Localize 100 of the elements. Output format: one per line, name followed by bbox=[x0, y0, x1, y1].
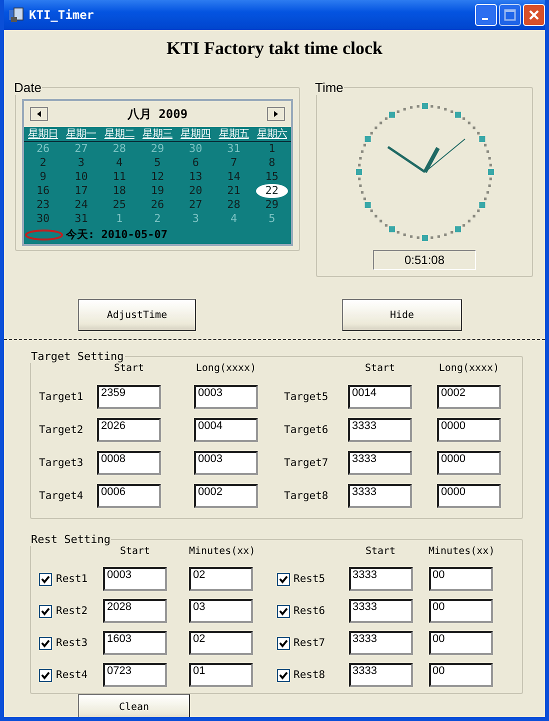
rest-checkbox[interactable]: Rest5 bbox=[276, 572, 348, 586]
calendar-day[interactable]: 12 bbox=[146, 170, 170, 184]
close-button[interactable] bbox=[523, 4, 545, 26]
start-time-field[interactable]: 0014 bbox=[348, 385, 412, 409]
calendar-day[interactable]: 8 bbox=[264, 156, 280, 170]
calendar-day[interactable]: 15 bbox=[260, 170, 284, 184]
calendar-day[interactable]: 24 bbox=[70, 198, 93, 212]
column-header: Start bbox=[112, 363, 146, 376]
calendar-day[interactable]: 6 bbox=[187, 156, 204, 170]
duration-field[interactable]: 0004 bbox=[194, 418, 258, 442]
duration-field[interactable]: 0003 bbox=[194, 385, 258, 409]
target-label: Target7 bbox=[284, 457, 330, 469]
adjust-time-button[interactable]: AdjustTime bbox=[78, 299, 196, 331]
column-header: Minutes(xx) bbox=[189, 546, 253, 559]
minutes-field[interactable]: 02 bbox=[189, 567, 253, 591]
calendar-day[interactable]: 18 bbox=[108, 184, 131, 198]
calendar-day[interactable]: 27 bbox=[184, 198, 208, 212]
start-time-field[interactable]: 2028 bbox=[103, 599, 167, 623]
previous-month-button[interactable] bbox=[30, 107, 48, 121]
calendar-day[interactable]: 10 bbox=[70, 170, 93, 184]
rest-checkbox[interactable]: Rest1 bbox=[39, 572, 103, 586]
rest-checkbox[interactable]: Rest3 bbox=[39, 636, 103, 650]
start-time-field[interactable]: 3333 bbox=[348, 599, 412, 623]
start-time-field[interactable]: 3333 bbox=[348, 418, 412, 442]
calendar-day[interactable]: 23 bbox=[31, 198, 55, 212]
checkmark-icon bbox=[278, 670, 288, 680]
target-label: Target1 bbox=[39, 391, 84, 403]
calendar-day[interactable]: 4 bbox=[111, 156, 128, 170]
calendar-day[interactable]: 13 bbox=[184, 170, 208, 184]
start-time-field[interactable]: 1603 bbox=[103, 631, 167, 655]
rest-checkbox[interactable]: Rest8 bbox=[276, 668, 348, 682]
start-time-field[interactable]: 0006 bbox=[97, 484, 161, 508]
calendar-day[interactable]: 7 bbox=[225, 156, 242, 170]
minutes-field[interactable]: 02 bbox=[189, 631, 253, 655]
minutes-field[interactable]: 03 bbox=[189, 599, 253, 623]
duration-field[interactable]: 0003 bbox=[194, 451, 258, 475]
minutes-field[interactable]: 00 bbox=[428, 599, 492, 623]
start-time-field[interactable]: 0008 bbox=[97, 451, 161, 475]
right-arrow-icon bbox=[274, 111, 278, 117]
minutes-field[interactable]: 00 bbox=[428, 663, 492, 687]
calendar-day[interactable]: 3 bbox=[72, 156, 90, 170]
rest-checkbox[interactable]: Rest2 bbox=[39, 604, 103, 618]
calendar-day[interactable]: 26 bbox=[146, 198, 170, 212]
rest-checkbox[interactable]: Rest4 bbox=[39, 668, 103, 682]
calendar-day[interactable]: 25 bbox=[108, 198, 131, 212]
today-circle-icon bbox=[24, 228, 64, 240]
start-time-field[interactable]: 2359 bbox=[97, 385, 161, 409]
start-time-field[interactable]: 2026 bbox=[97, 418, 161, 442]
calendar-day[interactable]: 17 bbox=[70, 184, 93, 198]
calendar[interactable]: 八月 2009 星期日 星期一 星期二 星期三 星期四 星期五 星期六 26 27 28 29 30 31 1 2 3 4 5 6 7 8 9 10 11 12 13 14 15 16 17 18 19 20 21 22 23 24 25 26 27 28 29 30 31 1 2 3 4 5 今天: 2010-05-07 bbox=[22, 99, 293, 246]
calendar-day[interactable]: 22 bbox=[256, 184, 288, 198]
close-icon bbox=[528, 9, 540, 21]
weekday-label: 星期一 bbox=[65, 127, 98, 141]
start-time-field[interactable]: 3333 bbox=[348, 663, 412, 687]
minutes-field[interactable]: 00 bbox=[428, 567, 492, 591]
calendar-day[interactable]: 21 bbox=[222, 184, 246, 198]
minutes-field[interactable]: 01 bbox=[189, 663, 253, 687]
start-time-field[interactable]: 3333 bbox=[348, 631, 412, 655]
target-label: Target4 bbox=[39, 490, 84, 502]
weekday-label: 星期三 bbox=[141, 127, 174, 141]
calendar-day[interactable]: 16 bbox=[31, 184, 55, 198]
calendar-day[interactable]: 1 bbox=[264, 142, 280, 156]
calendar-day[interactable]: 28 bbox=[222, 198, 246, 212]
hide-button[interactable]: Hide bbox=[342, 299, 462, 331]
weekday-label: 星期日 bbox=[27, 127, 60, 141]
rest-checkbox[interactable]: Rest7 bbox=[276, 636, 348, 650]
checkmark-icon bbox=[41, 670, 50, 680]
duration-field[interactable]: 0000 bbox=[437, 418, 501, 442]
clean-button[interactable]: Clean bbox=[78, 694, 190, 717]
weekday-label: 星期五 bbox=[218, 127, 250, 141]
calendar-day[interactable]: 11 bbox=[108, 170, 131, 184]
calendar-day[interactable]: 30 bbox=[31, 212, 55, 226]
calendar-day[interactable]: 2 bbox=[34, 156, 52, 170]
duration-field[interactable]: 0000 bbox=[437, 484, 501, 508]
group-title: Rest Setting bbox=[30, 533, 112, 546]
duration-field[interactable]: 0002 bbox=[437, 385, 501, 409]
next-month-button[interactable] bbox=[267, 107, 285, 121]
app-icon bbox=[8, 7, 24, 23]
calendar-day[interactable]: 29 bbox=[260, 198, 284, 212]
target-label: Target6 bbox=[284, 424, 330, 436]
start-time-field[interactable]: 3333 bbox=[348, 484, 412, 508]
minutes-field[interactable]: 00 bbox=[428, 631, 492, 655]
start-time-field[interactable]: 3333 bbox=[348, 451, 412, 475]
duration-field[interactable]: 0000 bbox=[437, 451, 501, 475]
duration-field[interactable]: 0002 bbox=[194, 484, 258, 508]
target-label: Target3 bbox=[39, 457, 84, 469]
calendar-day[interactable]: 20 bbox=[184, 184, 208, 198]
calendar-day[interactable]: 19 bbox=[146, 184, 170, 198]
start-time-field[interactable]: 3333 bbox=[348, 567, 412, 591]
rest-checkbox[interactable]: Rest6 bbox=[276, 604, 348, 618]
target-label: Target5 bbox=[284, 391, 330, 403]
start-time-field[interactable]: 0003 bbox=[103, 567, 167, 591]
minimize-button[interactable] bbox=[475, 4, 497, 26]
calendar-day[interactable]: 5 bbox=[149, 156, 166, 170]
calendar-day[interactable]: 9 bbox=[34, 170, 52, 184]
maximize-button[interactable] bbox=[499, 4, 521, 26]
today-label[interactable]: 今天: 2010-05-07 bbox=[66, 227, 168, 242]
start-time-field[interactable]: 0723 bbox=[103, 663, 167, 687]
calendar-day[interactable]: 31 bbox=[70, 212, 93, 226]
calendar-day[interactable]: 14 bbox=[222, 170, 246, 184]
